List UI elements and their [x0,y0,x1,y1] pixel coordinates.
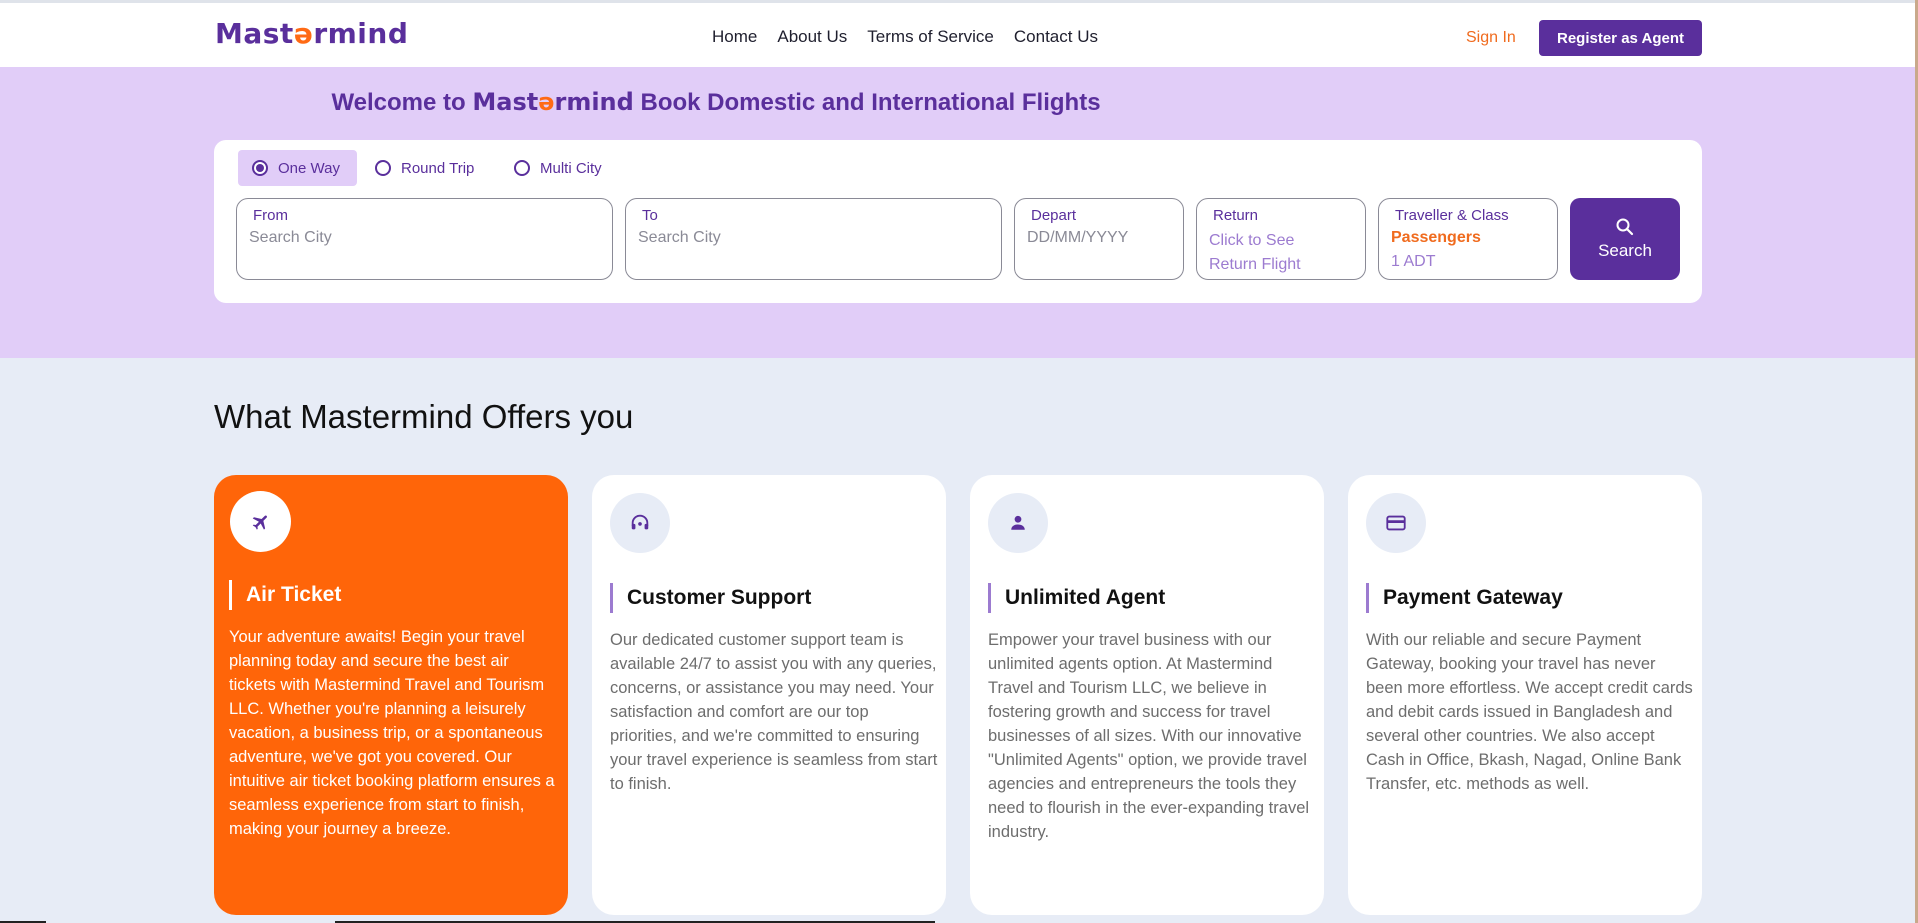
trip-multi-city[interactable]: Multi City [514,150,602,186]
to-input[interactable]: Search City [638,229,721,247]
headset-icon [631,514,649,530]
brand-inline-logo: Mastərmind [472,88,634,116]
trip-one-way[interactable]: One Way [238,150,357,186]
radio-icon [514,160,530,176]
person-icon [1011,515,1025,530]
from-input[interactable]: Search City [249,229,332,247]
card-description: With our reliable and secure Payment Gat… [1366,631,1693,793]
radio-icon [375,160,391,176]
to-field[interactable]: To Search City [625,198,1002,280]
search-icon [1616,218,1634,236]
nav-home[interactable]: Home [712,27,757,47]
from-field[interactable]: From Search City [236,198,613,280]
passenger-count: 1 ADT [1391,253,1436,270]
card-title: Unlimited Agent [988,583,1165,613]
offer-card-payment-gateway[interactable]: Payment Gateway With our reliable and se… [1348,475,1702,915]
sign-in-link[interactable]: Sign In [1466,29,1516,47]
credit-card-icon [1386,515,1406,531]
passengers-label: Passengers [1391,229,1481,246]
depart-field[interactable]: Depart DD/MM/YYYY [1014,198,1184,280]
traveller-class-field[interactable]: Traveller & Class Passengers 1 ADT [1378,198,1558,280]
offer-card-air-ticket[interactable]: Air Ticket Your adventure awaits! Begin … [214,475,568,915]
return-field[interactable]: Return Click to See Return Flight [1196,198,1366,280]
nav-contact-us[interactable]: Contact Us [1014,27,1098,47]
airplane-icon [252,514,267,530]
register-agent-button[interactable]: Register as Agent [1539,20,1702,56]
nav-about-us[interactable]: About Us [777,27,847,47]
main-nav: Home About Us Terms of Service Contact U… [712,27,1098,47]
offers-heading: What Mastermind Offers you [214,398,634,435]
card-title: Payment Gateway [1366,583,1563,613]
radio-selected-icon [252,160,268,176]
site-header: Mastərmind Home About Us Terms of Servic… [0,3,1915,67]
mastermind-logo[interactable]: Mastərmind [215,17,408,50]
card-title: Customer Support [610,583,811,613]
offer-card-unlimited-agent[interactable]: Unlimited Agent Empower your travel busi… [970,475,1324,915]
depart-date-input[interactable]: DD/MM/YYYY [1027,229,1128,247]
search-button[interactable]: Search [1570,198,1680,280]
offer-card-customer-support[interactable]: Customer Support Our dedicated customer … [592,475,946,915]
card-description: Your adventure awaits! Begin your travel… [229,628,555,838]
card-description: Empower your travel business with our un… [988,631,1310,841]
return-date-hint[interactable]: Click to See Return Flight [1209,229,1301,277]
welcome-heading: Welcome to Mastərmind Book Domestic and … [331,88,1101,116]
nav-terms-of-service[interactable]: Terms of Service [867,27,994,47]
trip-round-trip[interactable]: Round Trip [375,150,474,186]
card-description: Our dedicated customer support team is a… [610,631,938,793]
card-title: Air Ticket [229,580,341,610]
